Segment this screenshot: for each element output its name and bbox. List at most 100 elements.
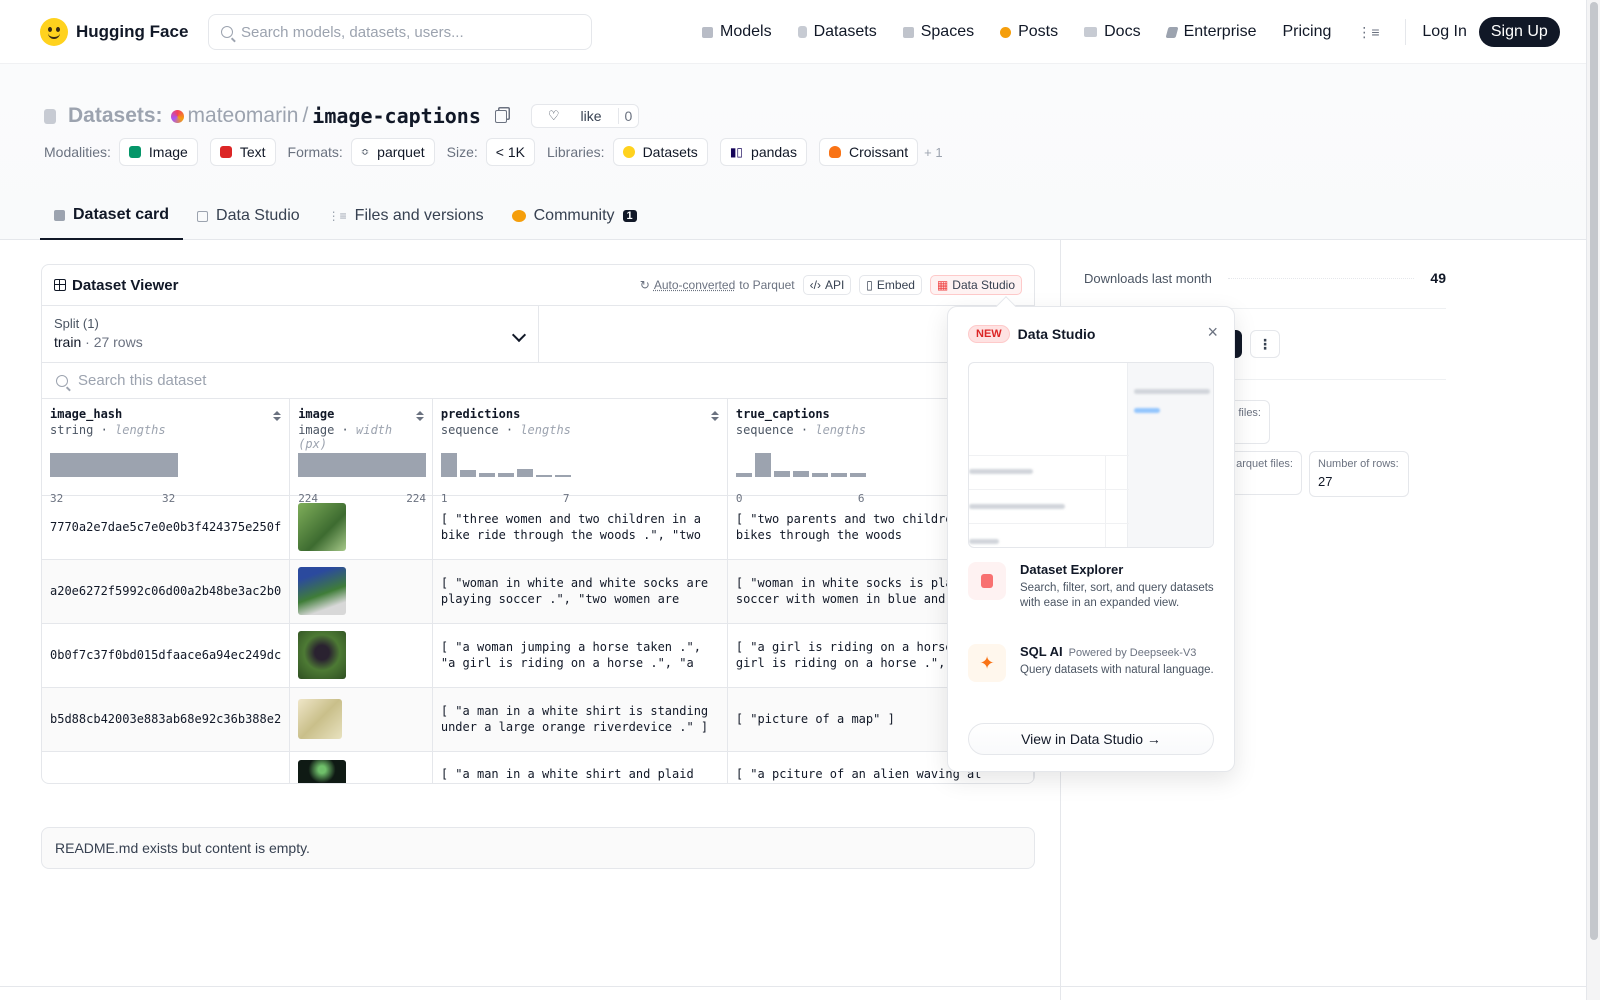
downloads-stat: Downloads last month 49: [1084, 270, 1446, 286]
column-header-image-hash[interactable]: image_hash string · lengths 32 32: [42, 399, 291, 505]
preview-blur-line: [1134, 389, 1210, 394]
predictions-text: [ "a man in a white shirt and plaid shir…: [440, 766, 694, 784]
image-modality-icon: [128, 146, 141, 158]
image-thumbnail[interactable]: [298, 567, 347, 615]
split-value: train: [54, 334, 82, 350]
cell-image[interactable]: [289, 495, 433, 560]
grid-icon: [54, 279, 66, 291]
predictions-text: [ "three women and two children in a bik…: [440, 512, 701, 542]
tag-croissant[interactable]: Croissant: [818, 138, 919, 166]
cell-image[interactable]: [289, 623, 433, 688]
table-row[interactable]: 0b0f7c37f0bd015dfaace6a94ec249dc [ "a wo…: [42, 623, 1034, 688]
sort-icon[interactable]: [273, 411, 281, 421]
cell-predictions: [ "a man in a white shirt is standing un…: [432, 687, 728, 752]
tag-pandas[interactable]: ▮▯ pandas: [719, 138, 807, 166]
login-label: Log In: [1422, 23, 1467, 40]
nav-divider: [1405, 19, 1407, 45]
tab-dataset-card[interactable]: Dataset card: [40, 192, 184, 240]
user-link[interactable]: mateomarin: [188, 104, 299, 128]
more-libraries[interactable]: + 1: [924, 145, 942, 160]
tab-files[interactable]: ⋮≡ Files and versions: [314, 192, 498, 240]
hist-max: 32: [162, 491, 176, 505]
auto-converted-link[interactable]: Auto-converted: [654, 278, 735, 292]
tab-community-label: Community: [533, 207, 615, 224]
docs-icon: [1084, 27, 1098, 37]
image-thumbnail[interactable]: [298, 503, 347, 551]
more-options-button[interactable]: ⋮: [1250, 330, 1280, 358]
to-parquet-text: to Parquet: [739, 278, 795, 292]
preview-blur-line: [969, 504, 1065, 509]
tag-text[interactable]: Text: [209, 138, 276, 166]
tag-parquet[interactable]: ≎ parquet: [350, 138, 435, 166]
signup-button[interactable]: Sign Up: [1478, 17, 1560, 47]
datasets-breadcrumb[interactable]: Datasets:: [68, 104, 163, 128]
global-search-input[interactable]: Search models, datasets, users...: [208, 14, 592, 50]
tab-community[interactable]: Community 1: [498, 192, 651, 240]
view-in-data-studio-button[interactable]: View in Data Studio →: [968, 723, 1214, 755]
dataset-search-input[interactable]: Search this dataset: [42, 363, 1034, 399]
breadcrumb-separator: /: [302, 104, 309, 127]
tags-row: Modalities: Image Text Formats: ≎ parquet…: [44, 138, 943, 166]
nav-models[interactable]: Models: [702, 23, 772, 41]
close-icon[interactable]: ×: [1207, 323, 1218, 341]
nav-posts[interactable]: Posts: [1000, 23, 1058, 41]
brand-logo[interactable]: Hugging Face: [40, 17, 188, 46]
tab-data-studio[interactable]: Data Studio: [183, 192, 314, 240]
table-icon: [197, 210, 209, 222]
tag-size[interactable]: < 1K: [485, 138, 535, 166]
tag-datasets-lib[interactable]: Datasets: [612, 138, 708, 166]
sort-icon[interactable]: [711, 411, 719, 421]
embed-icon: ▯: [866, 278, 873, 292]
rows-stat-label: Number of rows:: [1318, 458, 1399, 470]
api-button[interactable]: ‹/› API: [802, 275, 852, 295]
image-thumbnail[interactable]: [298, 759, 347, 783]
table-row[interactable]: a20e6272f5992c06d00a2b48be3ac2b0 [ "woma…: [42, 559, 1034, 624]
nav-links: Models Datasets Spaces Posts Docs Enterp…: [702, 0, 1560, 64]
table-row[interactable]: [ "a man in a white shirt and plaid shir…: [42, 751, 1034, 784]
cell-image[interactable]: [289, 751, 433, 783]
image-thumbnail[interactable]: [298, 631, 347, 679]
column-type: sequence · lengths: [440, 423, 571, 437]
api-label: API: [824, 278, 845, 292]
table-row[interactable]: b5d88cb42003e883ab68e92c36b388e2 [ "a ma…: [42, 687, 1034, 752]
page-scrollbar[interactable]: [1586, 0, 1600, 1000]
login-link[interactable]: Log In: [1422, 23, 1466, 41]
more-menu-button[interactable]: ⋮≡: [1357, 24, 1379, 41]
like-button[interactable]: ♡ like 0: [530, 104, 640, 128]
hist-min: 1: [440, 491, 448, 505]
column-header-predictions[interactable]: predictions sequence · lengths 1 7: [432, 399, 728, 505]
nav-spaces[interactable]: Spaces: [902, 23, 974, 41]
hist-min: 0: [735, 491, 743, 505]
copy-icon[interactable]: [494, 109, 507, 123]
cell-image[interactable]: [289, 559, 433, 624]
dataset-icon: [44, 108, 56, 124]
scrollbar-thumb[interactable]: [1590, 2, 1598, 940]
table-row[interactable]: 7770a2e7dae5c7e0e0b3f424375e250f [ "thre…: [42, 495, 1034, 560]
like-count: 0: [617, 108, 639, 124]
nav-docs-label: Docs: [1104, 23, 1141, 40]
nav-docs[interactable]: Docs: [1084, 23, 1141, 41]
repo-header: Datasets: mateomarin / image-captions ♡ l…: [0, 64, 1586, 240]
sort-icon[interactable]: [416, 411, 424, 421]
hf-datasets-icon: [622, 146, 635, 158]
column-header-image[interactable]: image image · width (px) 224 224: [289, 399, 433, 505]
repo-name[interactable]: image-captions: [312, 104, 481, 128]
nav-enterprise[interactable]: Enterprise: [1165, 23, 1257, 41]
split-selector[interactable]: Split (1) train · 27 rows: [42, 306, 539, 362]
preview-blur-link: [1134, 408, 1160, 413]
downloads-label: Downloads last month: [1084, 270, 1212, 286]
tag-image[interactable]: Image: [118, 138, 198, 166]
feature-text: SQL AI Powered by Deepseek-V3 Query datas…: [1020, 644, 1214, 682]
column-type: string · lengths: [50, 423, 166, 437]
cell-image[interactable]: [289, 687, 433, 752]
cell-hash: [42, 751, 291, 783]
viewer-title: Dataset Viewer: [54, 277, 178, 294]
data-studio-button[interactable]: ▦ Data Studio: [929, 275, 1022, 295]
nav-enterprise-label: Enterprise: [1183, 23, 1257, 40]
image-thumbnail[interactable]: [298, 699, 343, 739]
embed-button[interactable]: ▯ Embed: [859, 275, 922, 295]
nav-pricing[interactable]: Pricing: [1282, 23, 1331, 41]
cell-predictions: [ "a man in a white shirt and plaid shir…: [432, 751, 728, 784]
tag-pandas-label: pandas: [751, 144, 797, 160]
nav-datasets[interactable]: Datasets: [797, 23, 877, 41]
